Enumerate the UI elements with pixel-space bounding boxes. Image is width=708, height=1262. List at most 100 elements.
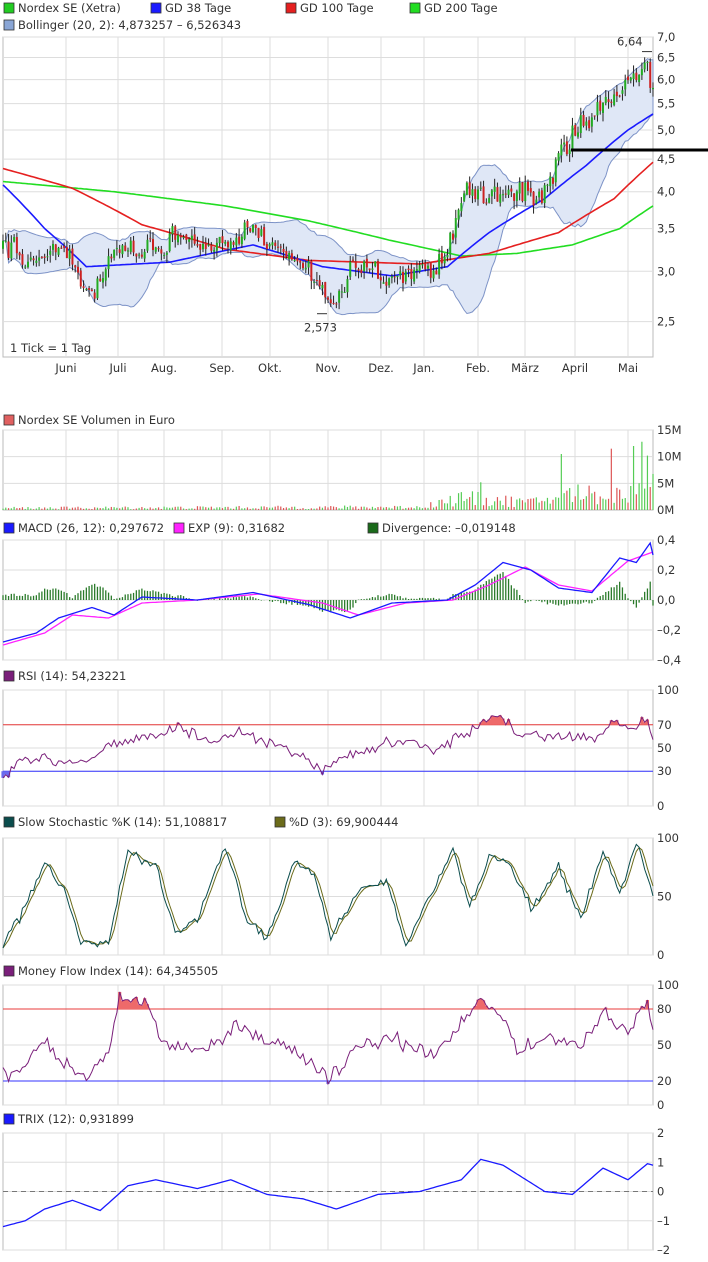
price-candle	[38, 257, 41, 261]
price-tick: 4,5	[657, 152, 675, 166]
price-candle	[188, 239, 191, 242]
price-candle	[179, 235, 182, 238]
price-candle	[649, 61, 652, 88]
price-candle	[40, 256, 43, 258]
price-tick: 3,0	[657, 264, 675, 278]
price-candle	[210, 245, 213, 251]
price-candle	[265, 243, 268, 249]
price-candle	[410, 268, 413, 279]
volume-legend-swatch	[3, 414, 15, 426]
price-candle	[396, 275, 399, 277]
macd-legend-item: Divergence: –0,019148	[382, 521, 516, 535]
stoch-tick: 50	[657, 890, 672, 904]
price-candle	[285, 251, 288, 257]
macd-legend-item-swatch	[3, 522, 15, 534]
price-candle	[224, 241, 227, 244]
price-candle	[365, 258, 368, 268]
price-candle	[113, 249, 116, 258]
price-candle	[624, 79, 627, 90]
price-candle	[321, 284, 324, 289]
price-candle	[427, 265, 429, 269]
volume-tick: 15M	[657, 423, 682, 437]
price-candle	[104, 269, 107, 281]
price-candle	[635, 72, 638, 81]
price-candle	[393, 276, 396, 278]
bollinger-legend-swatch	[3, 19, 15, 31]
price-candle	[196, 244, 199, 246]
price-candle	[535, 199, 538, 204]
price-candle	[357, 269, 360, 271]
macd-tick: –0,2	[657, 623, 681, 637]
price-candle	[640, 69, 643, 76]
rsi-legend-swatch	[3, 670, 15, 682]
price-candle	[343, 291, 346, 293]
price-candle	[313, 281, 316, 283]
price-candle	[477, 189, 479, 200]
price-candle	[382, 282, 385, 284]
price-tick: 2,5	[657, 315, 675, 329]
month-label: Dez.	[368, 361, 394, 375]
price-candle	[35, 260, 38, 263]
volume-tick: 5M	[657, 476, 674, 490]
price-candle	[402, 271, 404, 283]
price-tick: 6,0	[657, 73, 675, 87]
price-candle	[379, 277, 382, 281]
price-tick: 3,5	[657, 222, 675, 236]
mfi-tick: 20	[657, 1074, 672, 1088]
price-candle	[468, 182, 471, 195]
price-candle	[90, 289, 93, 292]
price-candle	[563, 142, 566, 145]
price-candle	[299, 260, 302, 263]
month-label: Jan.	[412, 361, 434, 375]
price-candle	[185, 234, 188, 240]
price-candle	[646, 61, 649, 63]
month-label: Nov.	[315, 361, 340, 375]
price-candle	[199, 243, 202, 250]
macd-legend-item: EXP (9): 0,31682	[188, 521, 285, 535]
stoch-d-legend-swatch	[274, 816, 286, 828]
price-candle	[118, 249, 121, 253]
price-candle	[99, 278, 102, 282]
price-candle	[240, 236, 243, 245]
price-candle	[360, 269, 363, 274]
price-candle	[24, 266, 27, 268]
tick-note: 1 Tick = 1 Tag	[10, 341, 91, 355]
month-label: März	[511, 361, 539, 375]
price-candle	[363, 261, 366, 272]
price-candle	[229, 241, 232, 251]
price-candle	[507, 189, 510, 195]
volume-legend: Nordex SE Volumen in Euro	[18, 413, 175, 427]
price-candle	[304, 267, 307, 270]
price-legend-item-swatch	[409, 2, 421, 14]
low-label: 2,573	[304, 321, 337, 335]
price-candle	[163, 255, 166, 257]
stoch-k-legend: Slow Stochastic %K (14): 51,108817	[18, 815, 227, 829]
price-candle	[454, 218, 457, 238]
price-candle	[277, 246, 279, 248]
price-candle	[421, 264, 424, 266]
price-candle	[213, 249, 216, 252]
price-candle	[463, 193, 466, 202]
price-candle	[215, 242, 218, 251]
price-candle	[424, 263, 427, 270]
price-candle	[296, 258, 299, 262]
price-candle	[157, 248, 160, 250]
price-candle	[335, 303, 338, 305]
price-candle	[488, 197, 491, 203]
price-candle	[271, 242, 274, 246]
price-legend-item-swatch	[150, 2, 162, 14]
stoch-tick: 0	[657, 948, 664, 962]
price-candle	[557, 153, 560, 161]
price-candle	[502, 194, 504, 196]
price-candle	[479, 187, 482, 189]
price-candle	[68, 249, 71, 259]
price-candle	[610, 101, 613, 103]
price-candle	[496, 187, 499, 202]
mfi-tick: 50	[657, 1038, 672, 1052]
price-tick: 5,0	[657, 123, 675, 137]
price-candle	[52, 243, 54, 250]
price-candle	[110, 256, 113, 259]
price-candle	[57, 247, 60, 255]
price-tick: 6,5	[657, 50, 675, 64]
price-candle	[27, 261, 29, 268]
